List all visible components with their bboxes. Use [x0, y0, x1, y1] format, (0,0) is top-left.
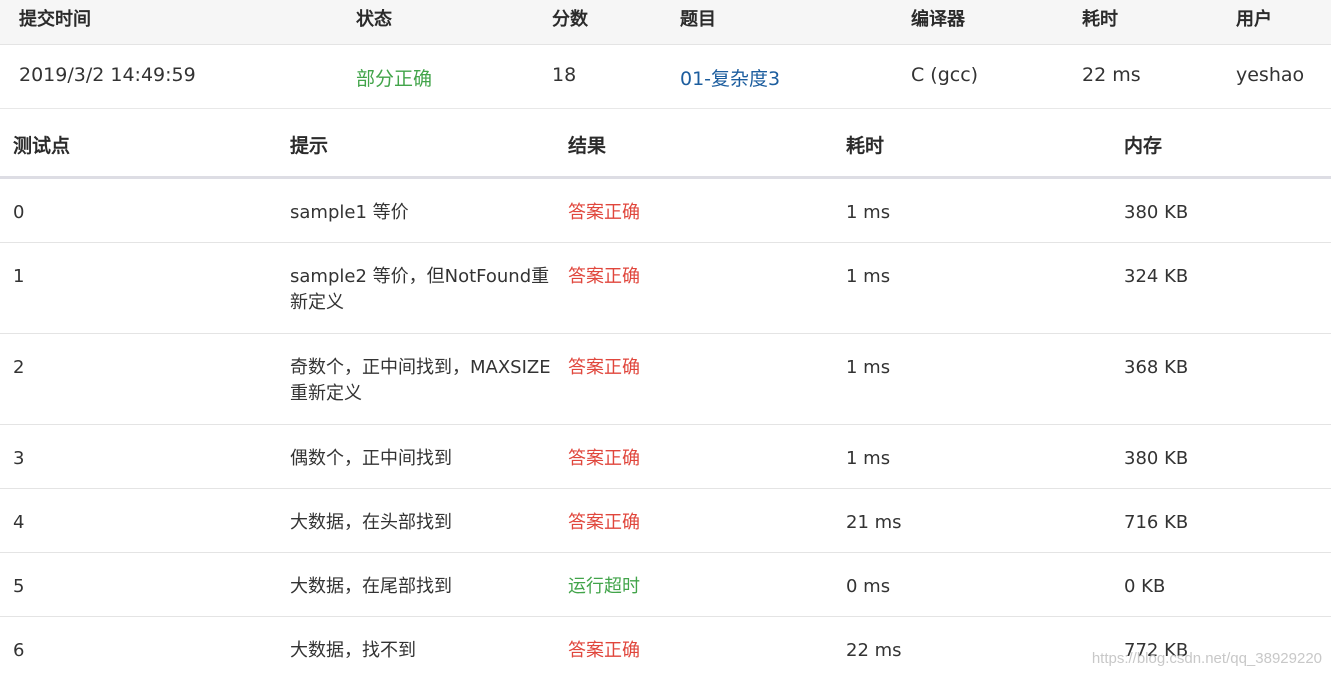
table-row: 4 大数据，在头部找到 答案正确 21 ms 716 KB [0, 489, 1331, 553]
testcase-memory: 380 KB [1124, 448, 1189, 469]
testcase-id: 5 [13, 576, 25, 597]
header-user: 用户 [1236, 9, 1272, 30]
testcase-hint: sample2 等价，但NotFound重新定义 [290, 266, 550, 313]
header-result: 结果 [568, 135, 607, 157]
header-duration: 耗时 [1082, 9, 1118, 30]
testcase-result: 答案正确 [568, 202, 640, 223]
header-submit-time: 提交时间 [19, 9, 91, 30]
testcase-time: 1 ms [846, 266, 891, 287]
testcase-hint: 大数据，在尾部找到 [290, 576, 452, 597]
testcase-result: 答案正确 [568, 640, 640, 661]
testcase-memory: 380 KB [1124, 202, 1189, 223]
table-row: 3 偶数个，正中间找到 答案正确 1 ms 380 KB [0, 425, 1331, 489]
header-status: 状态 [356, 9, 392, 30]
testcase-time: 1 ms [846, 202, 891, 223]
testcase-memory: 368 KB [1124, 357, 1189, 378]
header-testcase-id: 测试点 [13, 135, 71, 157]
testcase-time: 1 ms [846, 448, 891, 469]
testcase-result: 答案正确 [568, 512, 640, 533]
testcase-hint: 奇数个，正中间找到，MAXSIZE重新定义 [290, 357, 551, 404]
testcase-result: 答案正确 [568, 266, 640, 287]
watermark: https://blog.csdn.net/qq_38929220 [1091, 650, 1322, 667]
header-memory: 内存 [1124, 135, 1163, 157]
header-problem: 题目 [680, 9, 716, 30]
problem-link[interactable]: 01-复杂度3 [680, 64, 780, 91]
testcase-id: 1 [13, 266, 25, 287]
table-row: 2 奇数个，正中间找到，MAXSIZE重新定义 答案正确 1 ms 368 KB [0, 334, 1331, 425]
testcase-hint: 大数据，在头部找到 [290, 512, 452, 533]
submission-row: 2019/3/2 14:49:59 部分正确 18 01-复杂度3 C (gcc… [0, 45, 1331, 109]
testcase-id: 2 [13, 357, 25, 378]
table-row: 1 sample2 等价，但NotFound重新定义 答案正确 1 ms 324… [0, 243, 1331, 334]
submission-result-page: 提交时间 状态 分数 题目 编译器 耗时 用户 2019/3/2 14:49:5… [0, 0, 1331, 673]
user-link[interactable]: yeshao [1236, 64, 1304, 86]
score-value: 18 [552, 64, 577, 86]
duration-value: 22 ms [1082, 64, 1141, 86]
testcase-time: 22 ms [846, 640, 902, 661]
testcase-hint: 偶数个，正中间找到 [290, 448, 452, 469]
testcase-time: 0 ms [846, 576, 891, 597]
header-time: 耗时 [846, 135, 885, 157]
testcase-id: 4 [13, 512, 25, 533]
testcase-id: 6 [13, 640, 25, 661]
testcase-result: 答案正确 [568, 448, 640, 469]
testcase-time: 1 ms [846, 357, 891, 378]
header-hint: 提示 [290, 135, 329, 157]
testcase-hint: sample1 等价 [290, 202, 409, 223]
status-badge: 部分正确 [356, 68, 433, 90]
testcase-result: 运行超时 [568, 576, 640, 597]
header-score: 分数 [552, 9, 588, 30]
submit-time: 2019/3/2 14:49:59 [19, 64, 196, 86]
testcase-memory: 0 KB [1124, 576, 1166, 597]
testcase-result: 答案正确 [568, 357, 640, 378]
table-row: 5 大数据，在尾部找到 运行超时 0 ms 0 KB [0, 553, 1331, 617]
testcase-id: 0 [13, 202, 25, 223]
submission-table-header: 提交时间 状态 分数 题目 编译器 耗时 用户 [0, 0, 1331, 45]
testcase-time: 21 ms [846, 512, 902, 533]
compiler-value: C (gcc) [911, 64, 979, 86]
testcase-table-header: 测试点 提示 结果 耗时 内存 [0, 109, 1331, 179]
testcase-id: 3 [13, 448, 25, 469]
table-row: 0 sample1 等价 答案正确 1 ms 380 KB [0, 179, 1331, 243]
testcase-hint: 大数据，找不到 [290, 640, 416, 661]
header-compiler: 编译器 [911, 9, 965, 30]
testcase-memory: 716 KB [1124, 512, 1189, 533]
testcase-memory: 324 KB [1124, 266, 1189, 287]
